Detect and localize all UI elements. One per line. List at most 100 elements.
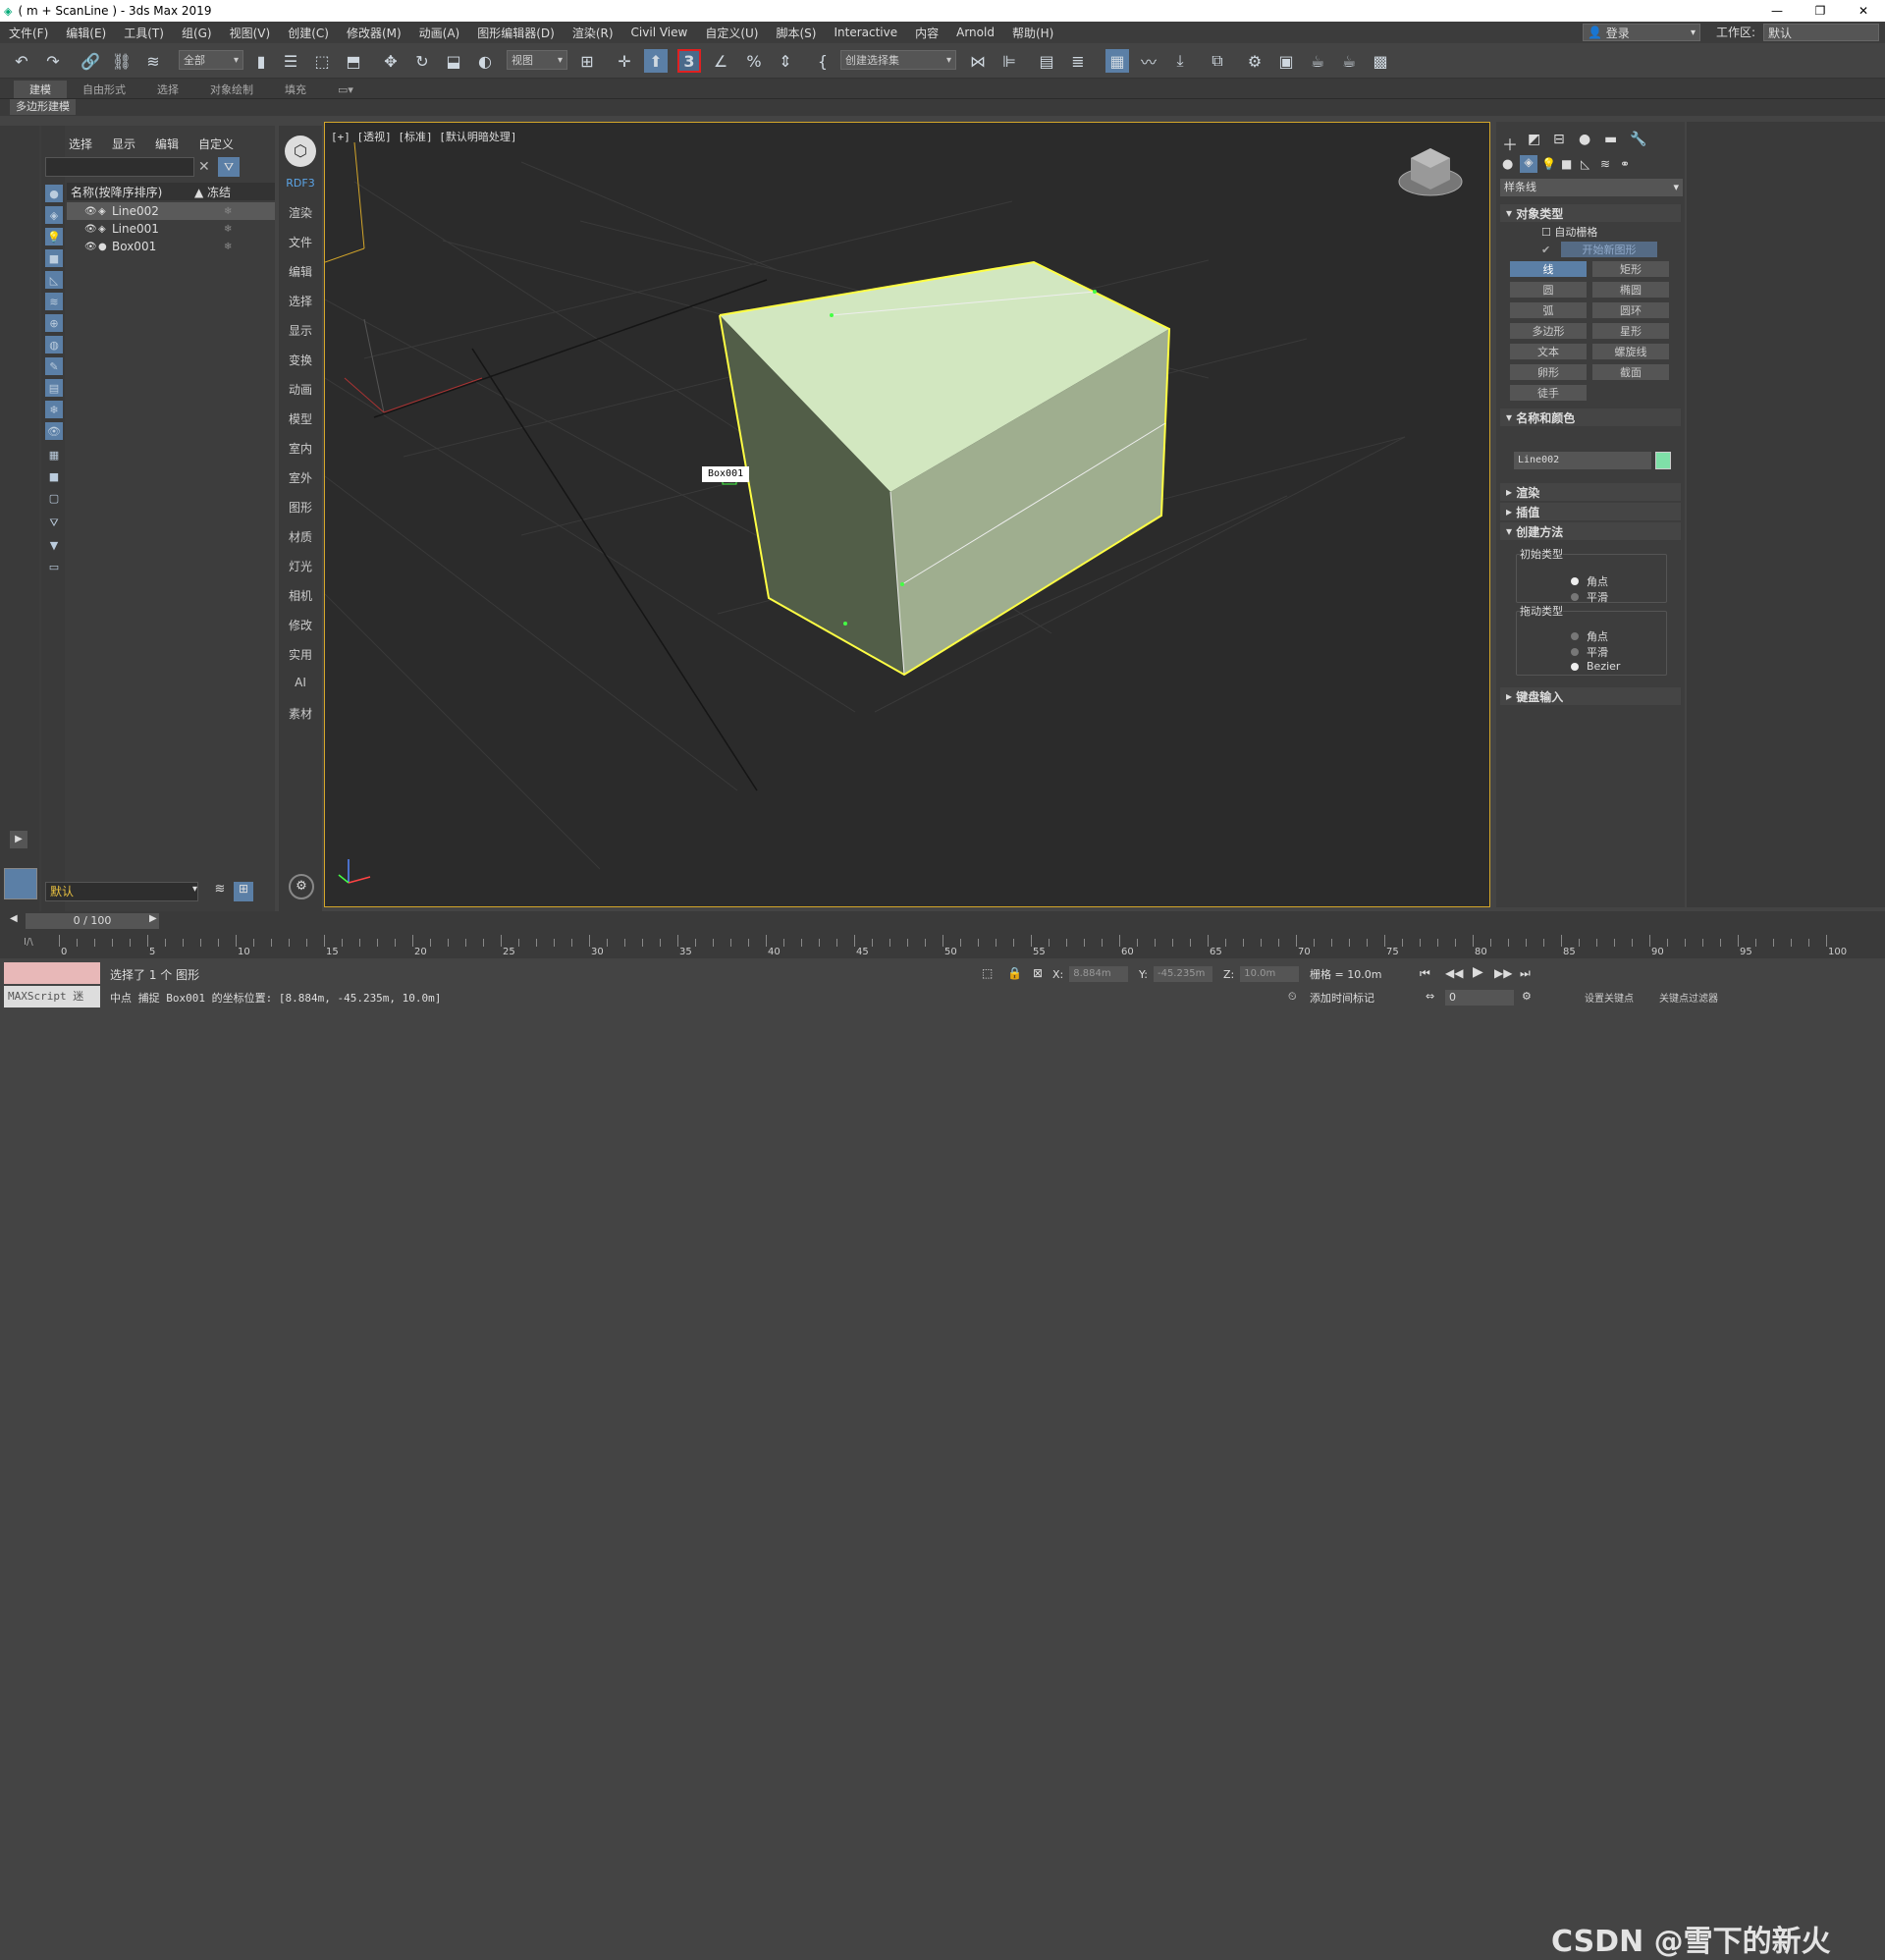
- menu-views[interactable]: 视图(V): [221, 25, 280, 41]
- ribbon-options-icon[interactable]: ▭▾: [322, 81, 369, 98]
- nav-item[interactable]: 材质: [279, 528, 322, 545]
- rendered-frame-window-icon[interactable]: ▣: [1274, 49, 1298, 73]
- next-frame-icon[interactable]: ▶: [149, 913, 157, 924]
- snap-3d-icon[interactable]: 3: [677, 49, 701, 73]
- viewcube[interactable]: [1398, 148, 1463, 196]
- display-tab-icon[interactable]: ▬: [1604, 132, 1617, 147]
- scale-icon[interactable]: ⬓: [442, 49, 465, 73]
- lock-selection-icon[interactable]: 🔒: [1007, 966, 1022, 980]
- object-name-input[interactable]: Line002: [1514, 452, 1651, 469]
- rollout-rendering[interactable]: ▸ 渲染: [1500, 483, 1681, 501]
- layer-explorer-icon[interactable]: ≣: [1066, 49, 1090, 73]
- menu-arnold[interactable]: Arnold: [947, 26, 1003, 39]
- filter-frozen-icon[interactable]: ❄: [45, 401, 63, 418]
- scene-tab-customize[interactable]: 自定义: [188, 136, 243, 152]
- shape-rectangle-button[interactable]: 矩形: [1592, 261, 1669, 277]
- rollout-name-color[interactable]: ▾ 名称和颜色: [1500, 408, 1681, 426]
- link-icon[interactable]: 🔗: [79, 49, 102, 73]
- undo-icon[interactable]: ↶: [10, 49, 33, 73]
- percent-snap-icon[interactable]: %: [742, 49, 766, 73]
- nav-item[interactable]: 变换: [279, 352, 322, 368]
- render-production-icon[interactable]: ☕: [1306, 49, 1329, 73]
- selection-filter-dropdown[interactable]: 全部: [179, 50, 243, 70]
- material-editor-icon[interactable]: ⧉: [1206, 49, 1229, 73]
- hierarchy-icon[interactable]: ⊞: [234, 882, 253, 901]
- ribbon-tab-populate[interactable]: 填充: [269, 81, 322, 98]
- display-none-icon[interactable]: ■: [45, 467, 63, 485]
- polygon-modeling-button[interactable]: 多边形建模: [10, 99, 76, 115]
- menu-group[interactable]: 组(G): [173, 25, 221, 41]
- column-freeze[interactable]: ▲ 冻结: [194, 184, 231, 200]
- create-tab-icon[interactable]: ＋: [1502, 132, 1518, 155]
- rollout-object-type[interactable]: ▾ 对象类型: [1500, 204, 1681, 222]
- maxscript-mini-listener[interactable]: MAXScript 迷: [4, 986, 100, 1007]
- add-time-tag[interactable]: 添加时间标记: [1310, 990, 1374, 1006]
- lights-icon[interactable]: 💡: [1541, 157, 1556, 171]
- close-button[interactable]: ✕: [1842, 0, 1885, 22]
- nav-item[interactable]: 动画: [279, 381, 322, 398]
- next-key-icon[interactable]: ▶▶: [1494, 966, 1512, 980]
- filter-cameras-icon[interactable]: ■: [45, 249, 63, 267]
- workspace-dropdown[interactable]: 默认: [1763, 24, 1879, 41]
- shape-line-button[interactable]: 线: [1510, 261, 1587, 277]
- edit-named-selection-icon[interactable]: {: [811, 49, 835, 73]
- scene-row[interactable]: 👁 ◈ Line001 ❄: [67, 220, 275, 238]
- nav-item[interactable]: 文件: [279, 234, 322, 250]
- time-config-icon[interactable]: ⚙: [1522, 990, 1532, 1003]
- shape-helix-button[interactable]: 螺旋线: [1592, 344, 1669, 359]
- plugin-logo-icon[interactable]: ⬡: [285, 136, 316, 167]
- nav-item[interactable]: 素材: [279, 705, 322, 722]
- filter-groups-icon[interactable]: ⊕: [45, 314, 63, 332]
- window-crossing-icon[interactable]: ⬒: [342, 49, 365, 73]
- nav-item[interactable]: 选择: [279, 293, 322, 309]
- geometry-icon[interactable]: ●: [1502, 157, 1513, 172]
- scene-tab-edit[interactable]: 编辑: [145, 136, 188, 152]
- menu-file[interactable]: 文件(F): [0, 25, 57, 41]
- modify-tab-icon[interactable]: ◩: [1528, 132, 1540, 147]
- bind-spacewarp-icon[interactable]: ≋: [141, 49, 165, 73]
- time-slider-frame[interactable]: 0 / 100: [26, 913, 159, 929]
- scene-tab-select[interactable]: 选择: [59, 136, 102, 152]
- go-to-start-icon[interactable]: ⏮: [1420, 966, 1430, 981]
- object-color-swatch[interactable]: [1655, 452, 1671, 469]
- visibility-icon[interactable]: 👁: [84, 224, 98, 235]
- current-frame-input[interactable]: 0: [1445, 990, 1514, 1006]
- freeze-icon[interactable]: ❄: [224, 242, 232, 252]
- nav-item[interactable]: 渲染: [279, 204, 322, 221]
- shape-egg-button[interactable]: 卵形: [1510, 364, 1587, 380]
- systems-icon[interactable]: ⚭: [1620, 157, 1630, 171]
- drag-bezier-radio[interactable]: Bezier: [1571, 660, 1620, 673]
- select-by-name-icon[interactable]: ☰: [279, 49, 302, 73]
- menu-tools[interactable]: 工具(T): [115, 25, 173, 41]
- shape-freehand-button[interactable]: 徒手: [1510, 385, 1587, 401]
- hierarchy-tab-icon[interactable]: ⊟: [1553, 132, 1565, 147]
- schematic-view-icon[interactable]: ⤓: [1168, 49, 1192, 73]
- login-dropdown[interactable]: 👤 登录 ▾: [1583, 24, 1700, 41]
- unlink-icon[interactable]: ⛓: [110, 49, 134, 73]
- move-icon[interactable]: ✥: [379, 49, 403, 73]
- key-filters-button[interactable]: 关键点过滤器: [1659, 990, 1718, 1005]
- initial-smooth-radio[interactable]: 平滑: [1571, 589, 1608, 605]
- ribbon-toggle-icon[interactable]: ▦: [1105, 49, 1129, 73]
- align-icon[interactable]: ⊫: [997, 49, 1021, 73]
- auto-grid-checkbox[interactable]: ☐ 自动栅格: [1541, 224, 1597, 240]
- ribbon-tab-object-paint[interactable]: 对象绘制: [194, 81, 269, 98]
- menu-customize[interactable]: 自定义(U): [696, 25, 767, 41]
- nav-item[interactable]: 实用: [279, 646, 322, 663]
- render-setup-icon[interactable]: ⚙: [1243, 49, 1266, 73]
- cameras-icon[interactable]: ■: [1561, 157, 1572, 171]
- start-new-shape-button[interactable]: 开始新图形: [1561, 242, 1657, 257]
- display-invert-icon[interactable]: ▢: [45, 489, 63, 507]
- category-dropdown[interactable]: 样条线 ▾: [1500, 179, 1683, 196]
- filter-xrefs-icon[interactable]: ◍: [45, 336, 63, 354]
- shape-star-button[interactable]: 星形: [1592, 323, 1669, 339]
- play-icon[interactable]: ▶: [1473, 964, 1483, 980]
- freeze-icon[interactable]: ❄: [224, 224, 232, 235]
- drag-smooth-radio[interactable]: 平滑: [1571, 644, 1608, 660]
- z-input[interactable]: 10.0m: [1240, 966, 1300, 982]
- absolute-mode-icon[interactable]: ⊠: [1033, 966, 1043, 980]
- filter-lights-icon[interactable]: 💡: [45, 228, 63, 245]
- frame-ruler[interactable]: 0 5 10 15 20 25 30 35 40 45 50 55 60 65 70 75 80 85 90 95 10…: [59, 933, 1847, 957]
- select-object-icon[interactable]: ▮: [249, 49, 273, 73]
- maxscript-listener[interactable]: [4, 962, 100, 984]
